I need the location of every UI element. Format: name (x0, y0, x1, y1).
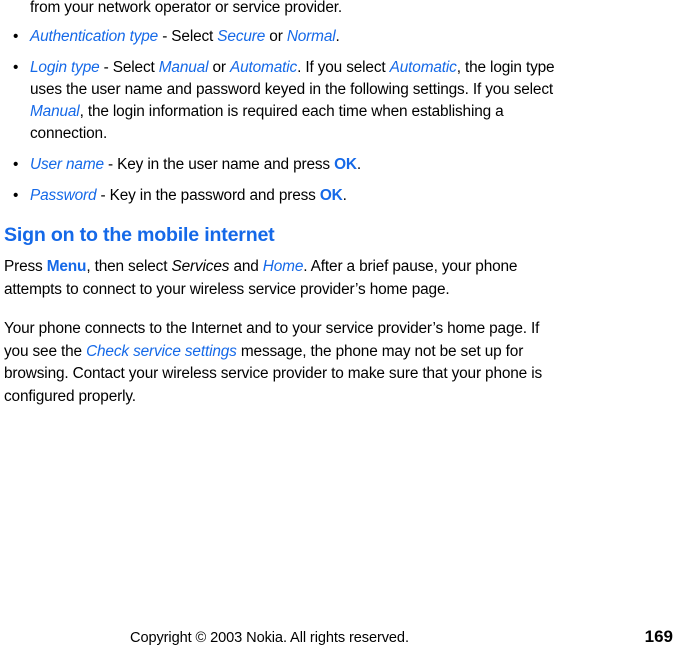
body-text: and (229, 258, 263, 275)
list-item: • Password - Key in the password and pres… (4, 185, 564, 207)
body-text: . (342, 187, 347, 204)
emphasized-term: Check service settings (86, 342, 237, 360)
emphasized-term: OK (334, 156, 357, 173)
body-text: . (356, 156, 362, 173)
emphasized-term: Manual (158, 59, 209, 76)
bullet-icon: • (13, 28, 19, 45)
page-content: from your network operator or service pr… (4, 0, 564, 408)
section-heading: Sign on to the mobile internet (4, 224, 275, 246)
body-text: - Select (99, 59, 159, 76)
body-text: . If you select (297, 59, 390, 76)
body-paragraphs: Press Menu, then select Services and Hom… (4, 256, 564, 408)
emphasized-term: OK (319, 187, 343, 204)
body-paragraph: Press Menu, then select Services and Hom… (4, 256, 564, 301)
emphasized-term: Home (262, 258, 304, 275)
list-item-text: Authentication type - Select Secure or N… (30, 28, 340, 45)
body-text: , then select (86, 258, 172, 275)
page-number: 169 (644, 627, 673, 646)
copyright-notice: Copyright © 2003 Nokia. All rights reser… (130, 630, 409, 646)
body-text: or (265, 28, 287, 45)
list-item-text: Login type - Select Manual or Automatic.… (30, 59, 555, 142)
settings-bullet-list: • Authentication type - Select Secure or … (4, 26, 564, 207)
emphasized-term: User name (30, 156, 104, 173)
body-text: or (208, 59, 230, 76)
emphasized-term: Manual (30, 103, 80, 120)
list-item-text: User name - Key in the user name and pre… (30, 156, 361, 173)
emphasized-term: Login type (30, 59, 100, 76)
list-item: • Authentication type - Select Secure or … (4, 26, 564, 48)
emphasized-term: Services (171, 258, 230, 275)
body-paragraph: Your phone connects to the Internet and … (4, 318, 564, 408)
emphasized-term: Secure (217, 28, 266, 45)
continuation-line: from your network operator or service pr… (30, 0, 343, 16)
emphasized-term: Menu (46, 258, 87, 275)
bullet-icon: • (13, 187, 19, 204)
emphasized-term: Password (30, 187, 97, 204)
list-item: • Login type - Select Manual or Automatic… (4, 57, 564, 145)
body-text: - Key in the password and press (96, 187, 320, 204)
emphasized-term: Normal (286, 28, 336, 45)
body-text: - Select (158, 28, 218, 45)
body-text: Press (4, 258, 47, 275)
manual-page: from your network operator or service pr… (0, 0, 674, 649)
emphasized-term: Automatic (389, 59, 457, 76)
list-item: • User name - Key in the user name and pr… (4, 154, 564, 176)
list-item-text: Password - Key in the password and press… (30, 187, 347, 204)
body-text: . (335, 28, 340, 45)
emphasized-term: Authentication type (30, 28, 159, 45)
emphasized-term: Automatic (229, 59, 298, 76)
body-text: , the login information is required each… (30, 103, 504, 142)
body-text: - Key in the user name and press (103, 156, 335, 173)
bullet-icon: • (13, 59, 19, 76)
page-footer: Copyright © 2003 Nokia. All rights reser… (0, 627, 674, 649)
bullet-icon: • (13, 156, 19, 173)
